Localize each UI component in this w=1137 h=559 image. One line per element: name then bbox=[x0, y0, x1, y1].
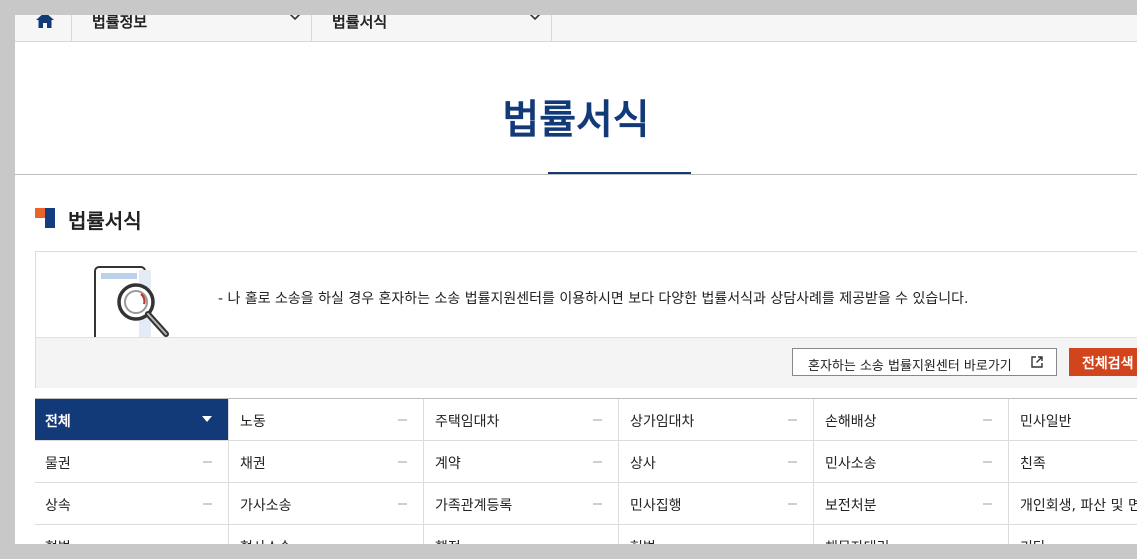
nav-dropdown-label: 법률서식 bbox=[332, 15, 388, 31]
nav-dropdown-label: 법률정보 bbox=[92, 15, 148, 31]
category-label: 노동 bbox=[240, 414, 266, 430]
category-label: 헌법 bbox=[630, 537, 656, 544]
category-label: 기타 bbox=[1020, 537, 1046, 544]
collapse-dash-icon bbox=[593, 419, 602, 421]
category-tab[interactable]: 민사소송 bbox=[815, 441, 1009, 482]
page: 법률정보 법률서식 법률서식 법률서식 - 나 홀로 소송을 하실 경우 혼자하… bbox=[15, 15, 1137, 544]
category-tab[interactable]: 민사집행 bbox=[620, 483, 814, 524]
info-message: - 나 홀로 소송을 하실 경우 혼자하는 소송 법률지원센터를 이용하시면 보… bbox=[218, 291, 969, 307]
self-litigation-center-link-button[interactable]: 혼자하는 소송 법률지원센터 바로가기 bbox=[792, 348, 1057, 376]
category-tab-active[interactable]: 전체 bbox=[35, 399, 229, 440]
category-row: 전체 노동 주택임대차 상가임대차 손해배상 민사일반 bbox=[35, 399, 1137, 441]
category-label: 채무자대리 bbox=[825, 537, 889, 544]
category-label: 가족관계등록 bbox=[435, 498, 513, 514]
category-tab[interactable]: 형법 bbox=[35, 525, 229, 544]
category-label: 전체 bbox=[45, 414, 71, 430]
category-label: 상사 bbox=[630, 456, 656, 472]
category-label: 상가임대차 bbox=[630, 414, 695, 430]
collapse-dash-icon bbox=[788, 419, 797, 421]
category-tab[interactable]: 행정 bbox=[425, 525, 619, 544]
category-label: 주택임대차 bbox=[435, 414, 500, 430]
link-button-label: 혼자하는 소송 법률지원센터 바로가기 bbox=[808, 359, 1012, 374]
page-title: 법률서식 bbox=[502, 97, 650, 143]
category-row: 상속 가사소송 가족관계등록 민사집행 보전처분 개인회생, 파산 및 면책 bbox=[35, 483, 1137, 525]
category-tab[interactable]: 민사일반 bbox=[1010, 399, 1137, 440]
collapse-dash-icon bbox=[398, 419, 407, 421]
category-label: 개인회생, 파산 및 면책 bbox=[1020, 498, 1137, 514]
category-tab[interactable]: 상속 bbox=[35, 483, 229, 524]
category-tab[interactable]: 가사소송 bbox=[230, 483, 424, 524]
category-tab[interactable]: 계약 bbox=[425, 441, 619, 482]
category-tab[interactable]: 헌법 bbox=[620, 525, 814, 544]
top-navigation: 법률정보 법률서식 bbox=[15, 15, 1137, 42]
category-tab[interactable]: 물권 bbox=[35, 441, 229, 482]
category-label: 계약 bbox=[435, 456, 461, 472]
category-grid: 전체 노동 주택임대차 상가임대차 손해배상 민사일반물권 채권 계약 상사 민사소송 친족상속 가사… bbox=[35, 398, 1137, 544]
category-tab[interactable]: 기타 bbox=[1010, 525, 1137, 544]
collapse-dash-icon bbox=[788, 461, 797, 463]
category-label: 친족 bbox=[1020, 456, 1046, 472]
section-title: 법률서식 bbox=[68, 209, 142, 233]
category-label: 형법 bbox=[45, 537, 71, 544]
category-label: 상속 bbox=[45, 498, 71, 514]
nav-dropdown-legal-forms[interactable]: 법률서식 bbox=[312, 15, 552, 41]
category-label: 물권 bbox=[45, 456, 71, 472]
section-bullet-icon bbox=[35, 208, 55, 228]
collapse-dash-icon bbox=[203, 461, 212, 463]
home-icon bbox=[36, 15, 54, 28]
category-tab[interactable]: 상가임대차 bbox=[620, 399, 814, 440]
header-divider bbox=[15, 174, 1137, 175]
category-tab[interactable]: 개인회생, 파산 및 면책 bbox=[1010, 483, 1137, 524]
collapse-dash-icon bbox=[593, 503, 602, 505]
category-tab[interactable]: 가족관계등록 bbox=[425, 483, 619, 524]
category-tab[interactable]: 채권 bbox=[230, 441, 424, 482]
category-label: 행정 bbox=[435, 537, 461, 544]
document-search-icon bbox=[94, 266, 169, 337]
category-label: 가사소송 bbox=[240, 498, 292, 514]
chevron-down-icon bbox=[529, 15, 541, 21]
collapse-dash-icon bbox=[983, 503, 992, 505]
collapse-dash-icon bbox=[398, 461, 407, 463]
category-tab[interactable]: 채무자대리 bbox=[815, 525, 1009, 544]
category-tab[interactable]: 노동 bbox=[230, 399, 424, 440]
category-tab[interactable]: 친족 bbox=[1010, 441, 1137, 482]
category-tab[interactable]: 손해배상 bbox=[815, 399, 1009, 440]
nav-dropdown-legal-info[interactable]: 법률정보 bbox=[72, 15, 312, 41]
collapse-dash-icon bbox=[983, 461, 992, 463]
home-button[interactable] bbox=[15, 15, 72, 41]
category-label: 보전처분 bbox=[825, 498, 877, 514]
category-label: 민사일반 bbox=[1020, 414, 1072, 430]
category-row: 형법 형사소송 행정 헌법 채무자대리 기타 bbox=[35, 525, 1137, 544]
category-tab[interactable]: 상사 bbox=[620, 441, 814, 482]
collapse-dash-icon bbox=[983, 419, 992, 421]
category-tab[interactable]: 형사소송 bbox=[230, 525, 424, 544]
caret-down-icon bbox=[202, 416, 212, 422]
info-box: - 나 홀로 소송을 하실 경우 혼자하는 소송 법률지원센터를 이용하시면 보… bbox=[35, 251, 1137, 388]
collapse-dash-icon bbox=[398, 503, 407, 505]
external-link-icon bbox=[1031, 356, 1043, 368]
collapse-dash-icon bbox=[593, 461, 602, 463]
chevron-down-icon bbox=[289, 15, 301, 21]
all-search-button[interactable]: 전체검색 bbox=[1069, 348, 1137, 376]
collapse-dash-icon bbox=[788, 503, 797, 505]
collapse-dash-icon bbox=[203, 503, 212, 505]
category-tab[interactable]: 주택임대차 bbox=[425, 399, 619, 440]
category-tab[interactable]: 보전처분 bbox=[815, 483, 1009, 524]
category-label: 손해배상 bbox=[825, 414, 877, 430]
all-search-label: 전체검색 bbox=[1082, 356, 1134, 372]
category-label: 채권 bbox=[240, 456, 266, 472]
category-label: 민사소송 bbox=[825, 456, 877, 472]
category-label: 형사소송 bbox=[240, 537, 292, 544]
category-label: 민사집행 bbox=[630, 498, 682, 514]
category-row: 물권 채권 계약 상사 민사소송 친족 bbox=[35, 441, 1137, 483]
